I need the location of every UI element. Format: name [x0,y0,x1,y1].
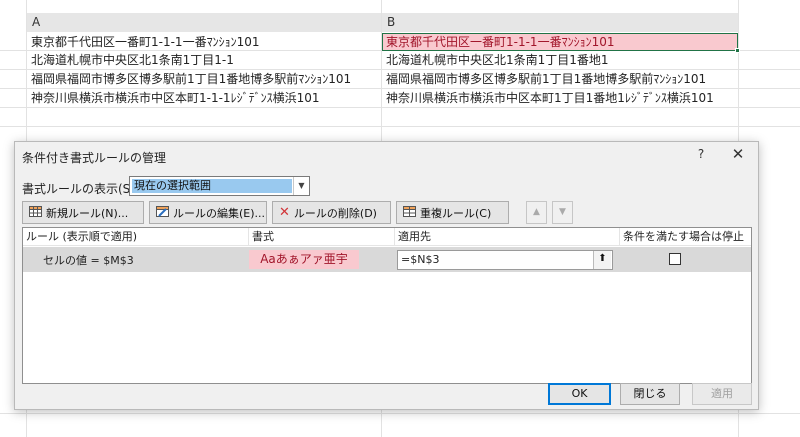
rule-condition: セルの値 = $M$3 [43,254,134,267]
stop-if-true-checkbox[interactable] [669,253,681,265]
header-format: 書式 [249,228,395,246]
header-rule: ルール (表示順で適用) [23,228,249,246]
cell-a3[interactable]: 福岡県福岡市博多区博多駅前1丁目1番地博多駅前ﾏﾝｼｮﾝ101 [27,70,381,88]
grid-line [0,126,800,127]
grid-line [0,413,800,414]
delete-rule-button[interactable]: ✕ ルールの削除(D) [272,201,391,224]
cell-b2[interactable]: 北海道札幌市中央区北1条南1丁目1番地1 [382,51,738,69]
conditional-format-rules-dialog: 条件付き書式ルールの管理 ? ✕ 書式ルールの表示(S): 現在の選択範囲 ▼ … [14,141,759,410]
edit-table-icon [156,205,169,220]
duplicate-rule-label: 重複ルール(C) [420,206,492,220]
applies-to-input[interactable]: =$N$3 [397,250,613,270]
move-down-button[interactable]: ▼ [552,201,573,224]
header-applies-to: 適用先 [395,228,620,246]
cell-b4[interactable]: 神奈川県横浜市横浜市中区本町1丁目1番地1ﾚｼﾞﾃﾞﾝｽ横浜101 [382,89,738,107]
ok-button[interactable]: OK [548,383,611,405]
show-rules-select[interactable]: 現在の選択範囲 ▼ [129,176,310,196]
cell-a1[interactable]: 東京都千代田区一番町1-1-1一番ﾏﾝｼｮﾝ101 [27,33,381,51]
table-icon [29,205,42,220]
column-header-a[interactable]: A [27,13,381,32]
range-select-icon[interactable]: ⬆ [593,251,611,269]
table-row[interactable]: セルの値 = $M$3 Aaあぁアァ亜宇 =$N$3 ⬆ [23,247,751,272]
delete-icon: ✕ [279,205,290,220]
grid-line [0,107,800,108]
chevron-down-icon[interactable]: ▼ [293,177,309,195]
edit-rule-label: ルールの編集(E)... [173,206,266,220]
help-button[interactable]: ? [693,147,709,161]
cell-b3[interactable]: 福岡県福岡市博多区博多駅前1丁目1番地博多駅前ﾏﾝｼｮﾝ101 [382,70,738,88]
new-rule-button[interactable]: 新規ルール(N)... [22,201,144,224]
show-rules-value: 現在の選択範囲 [132,179,292,193]
new-rule-label: 新規ルール(N)... [46,206,129,220]
format-preview: Aaあぁアァ亜宇 [249,250,359,269]
column-header-b[interactable]: B [382,13,738,32]
duplicate-icon [403,205,416,220]
apply-button[interactable]: 適用 [692,383,752,405]
duplicate-rule-button[interactable]: 重複ルール(C) [396,201,509,224]
cell-b1[interactable]: 東京都千代田区一番町1-1-1一番ﾏﾝｼｮﾝ101 [382,33,738,51]
close-icon[interactable]: ✕ [729,145,747,163]
dialog-title: 条件付き書式ルールの管理 [22,151,167,165]
edit-rule-button[interactable]: ルールの編集(E)... [149,201,267,224]
cell-a4[interactable]: 神奈川県横浜市横浜市中区本町1-1-1ﾚｼﾞﾃﾞﾝｽ横浜101 [27,89,381,107]
cell-a2[interactable]: 北海道札幌市中央区北1条南1丁目1-1 [27,51,381,69]
rules-table: ルール (表示順で適用) 書式 適用先 条件を満たす場合は停止 セルの値 = $… [22,227,752,384]
rule-toolbar: 新規ルール(N)... ルールの編集(E)... ✕ ルールの削除(D) 重複ル… [22,201,752,226]
show-rules-label: 書式ルールの表示(S): [22,182,140,196]
close-button[interactable]: 閉じる [620,383,680,405]
delete-rule-label: ルールの削除(D) [293,206,377,220]
move-up-button[interactable]: ▲ [526,201,547,224]
header-stop-if-true: 条件を満たす場合は停止 [620,228,751,246]
